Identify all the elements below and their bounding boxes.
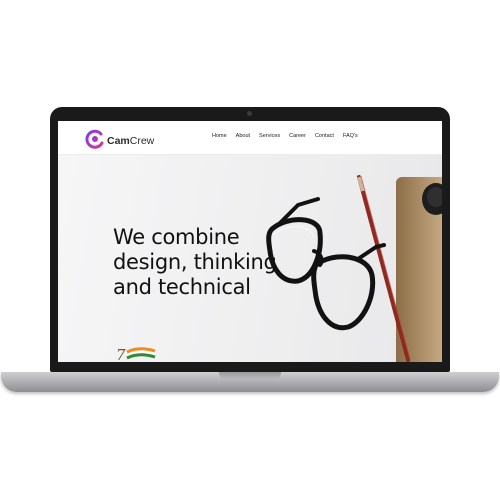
hero-headline: We combine design, thinking and technica…: [113, 225, 313, 300]
nav-contact[interactable]: Contact: [315, 133, 334, 139]
hero-line-1: We combine: [113, 225, 240, 249]
hero-line-2: design, thinking: [113, 250, 277, 274]
india-75-badge-icon: 7: [116, 346, 156, 362]
laptop-screen: We combine design, thinking and technica…: [58, 121, 442, 362]
nav-about[interactable]: About: [236, 133, 250, 139]
laptop-opening-notch: [219, 372, 281, 379]
site-logo[interactable]: Cam Crew: [84, 128, 154, 150]
webcam-icon: [247, 111, 252, 116]
nav-services[interactable]: Services: [259, 133, 280, 139]
nav-career[interactable]: Career: [289, 133, 306, 139]
logo-text-crew: Crew: [129, 135, 155, 147]
hero-line-3: and technical: [113, 275, 251, 299]
logo-text-cam: Cam: [107, 135, 130, 147]
nav-faqs[interactable]: FAQ's: [343, 133, 358, 139]
nav-menu: Home About Services Career Contact FAQ's: [212, 133, 358, 139]
svg-text:7: 7: [116, 346, 126, 362]
camcrew-logo-icon: [85, 129, 104, 149]
nav-home[interactable]: Home: [212, 133, 227, 139]
site-navbar: Cam Crew Home About Services Career Cont…: [58, 121, 442, 155]
